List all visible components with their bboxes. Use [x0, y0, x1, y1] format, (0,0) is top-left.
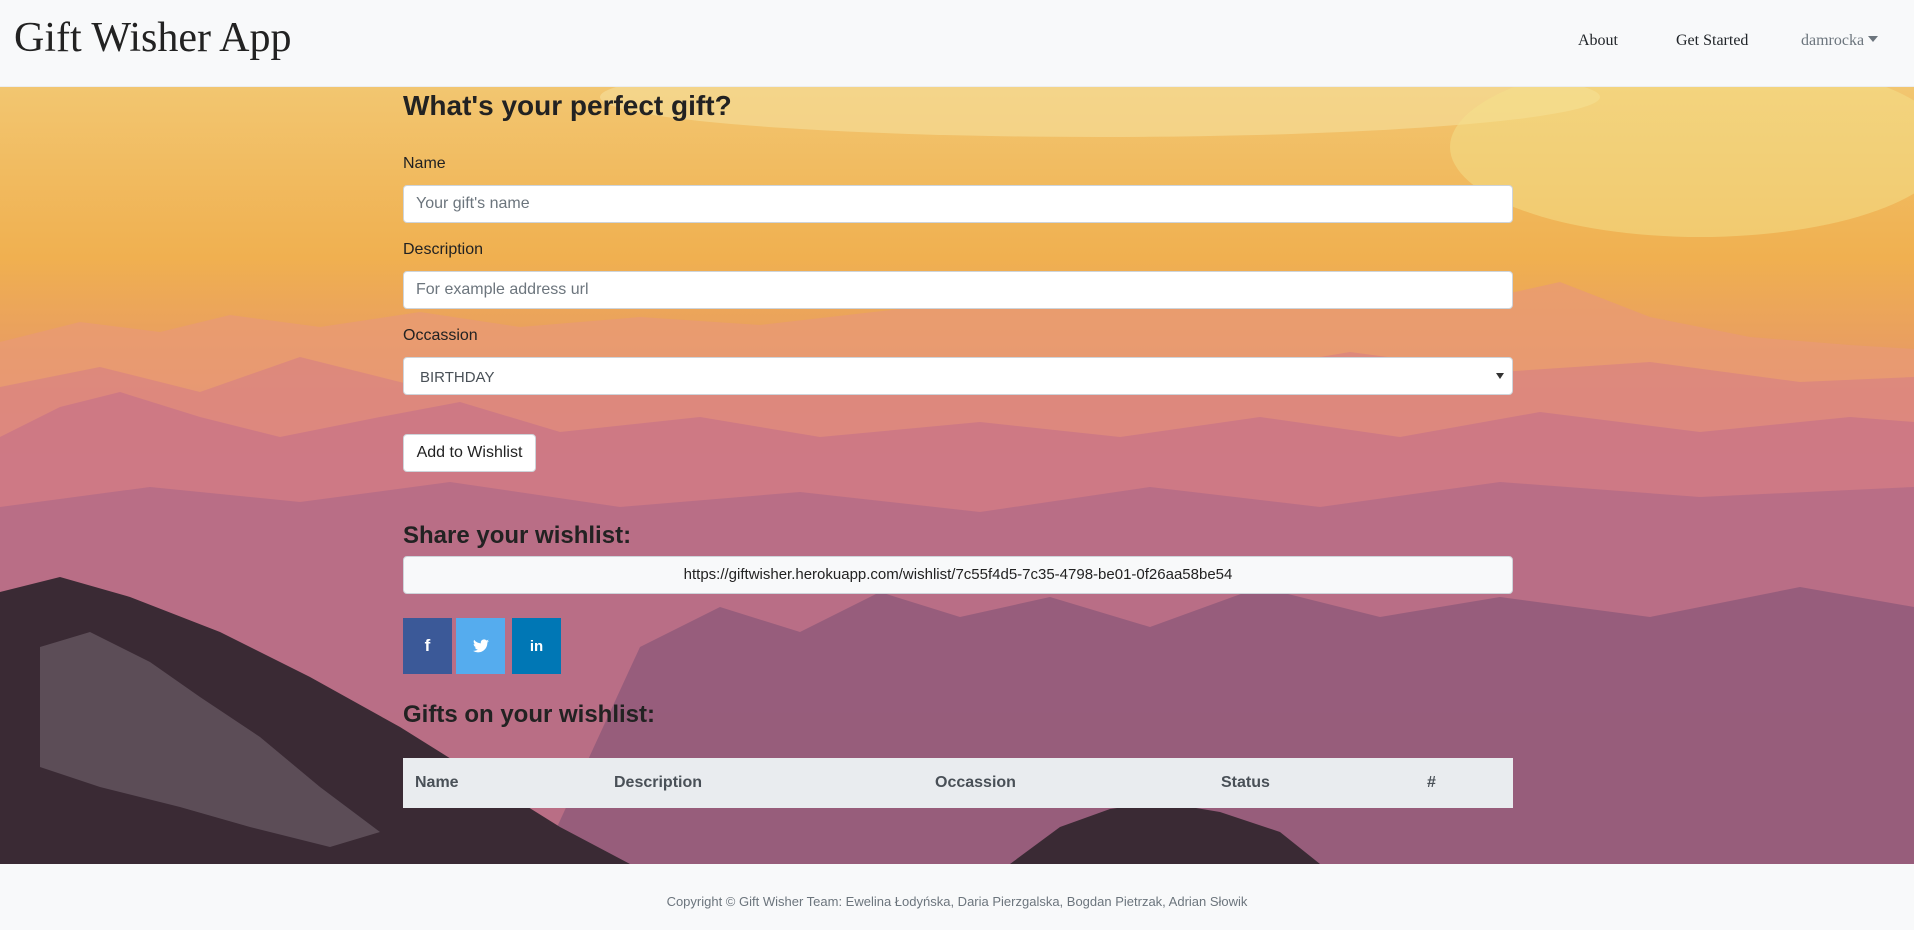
share-url-field[interactable]: https://giftwisher.herokuapp.com/wishlis…	[403, 556, 1513, 594]
name-label: Name	[403, 155, 446, 172]
linkedin-share-button[interactable]: in	[512, 618, 561, 674]
navbar: Gift Wisher App About Get Started damroc…	[0, 0, 1914, 87]
column-actions: #	[1427, 774, 1436, 791]
user-name: damrocka	[1801, 32, 1865, 49]
occasion-selected-value: BIRTHDAY	[420, 369, 495, 386]
caret-down-icon	[1868, 36, 1879, 42]
brand-title[interactable]: Gift Wisher App	[14, 14, 292, 62]
page-title: What's your perfect gift?	[403, 90, 732, 121]
share-heading: Share your wishlist:	[403, 522, 632, 549]
column-status: Status	[1221, 774, 1270, 791]
column-name: Name	[415, 774, 459, 791]
column-description: Description	[614, 774, 703, 791]
column-occasion: Occassion	[935, 774, 1016, 791]
nav-get-started-link[interactable]: Get Started	[1676, 32, 1748, 50]
occasion-select[interactable]: BIRTHDAY	[403, 357, 1513, 395]
dropdown-arrow-icon	[1496, 373, 1504, 379]
facebook-icon: f	[424, 636, 431, 655]
wishlist-heading: Gifts on your wishlist:	[403, 701, 656, 728]
wishlist-table-header: Name Description Occassion Status #	[403, 758, 1513, 808]
copyright-text: Copyright © Gift Wisher Team: Ewelina Ło…	[666, 894, 1248, 909]
gift-name-input[interactable]	[403, 185, 1513, 223]
twitter-icon	[472, 639, 489, 653]
linkedin-icon: in	[529, 638, 544, 655]
occasion-label: Occassion	[403, 327, 478, 344]
facebook-share-button[interactable]: f	[403, 618, 452, 674]
description-label: Description	[403, 241, 484, 258]
user-dropdown[interactable]: damrocka	[1801, 32, 1879, 50]
nav-about-link[interactable]: About	[1578, 32, 1618, 50]
twitter-share-button[interactable]	[456, 618, 505, 674]
add-to-wishlist-button[interactable]: Add to Wishlist	[403, 434, 536, 472]
footer: Copyright © Gift Wisher Team: Ewelina Ło…	[0, 864, 1914, 930]
gift-description-input[interactable]	[403, 271, 1513, 309]
